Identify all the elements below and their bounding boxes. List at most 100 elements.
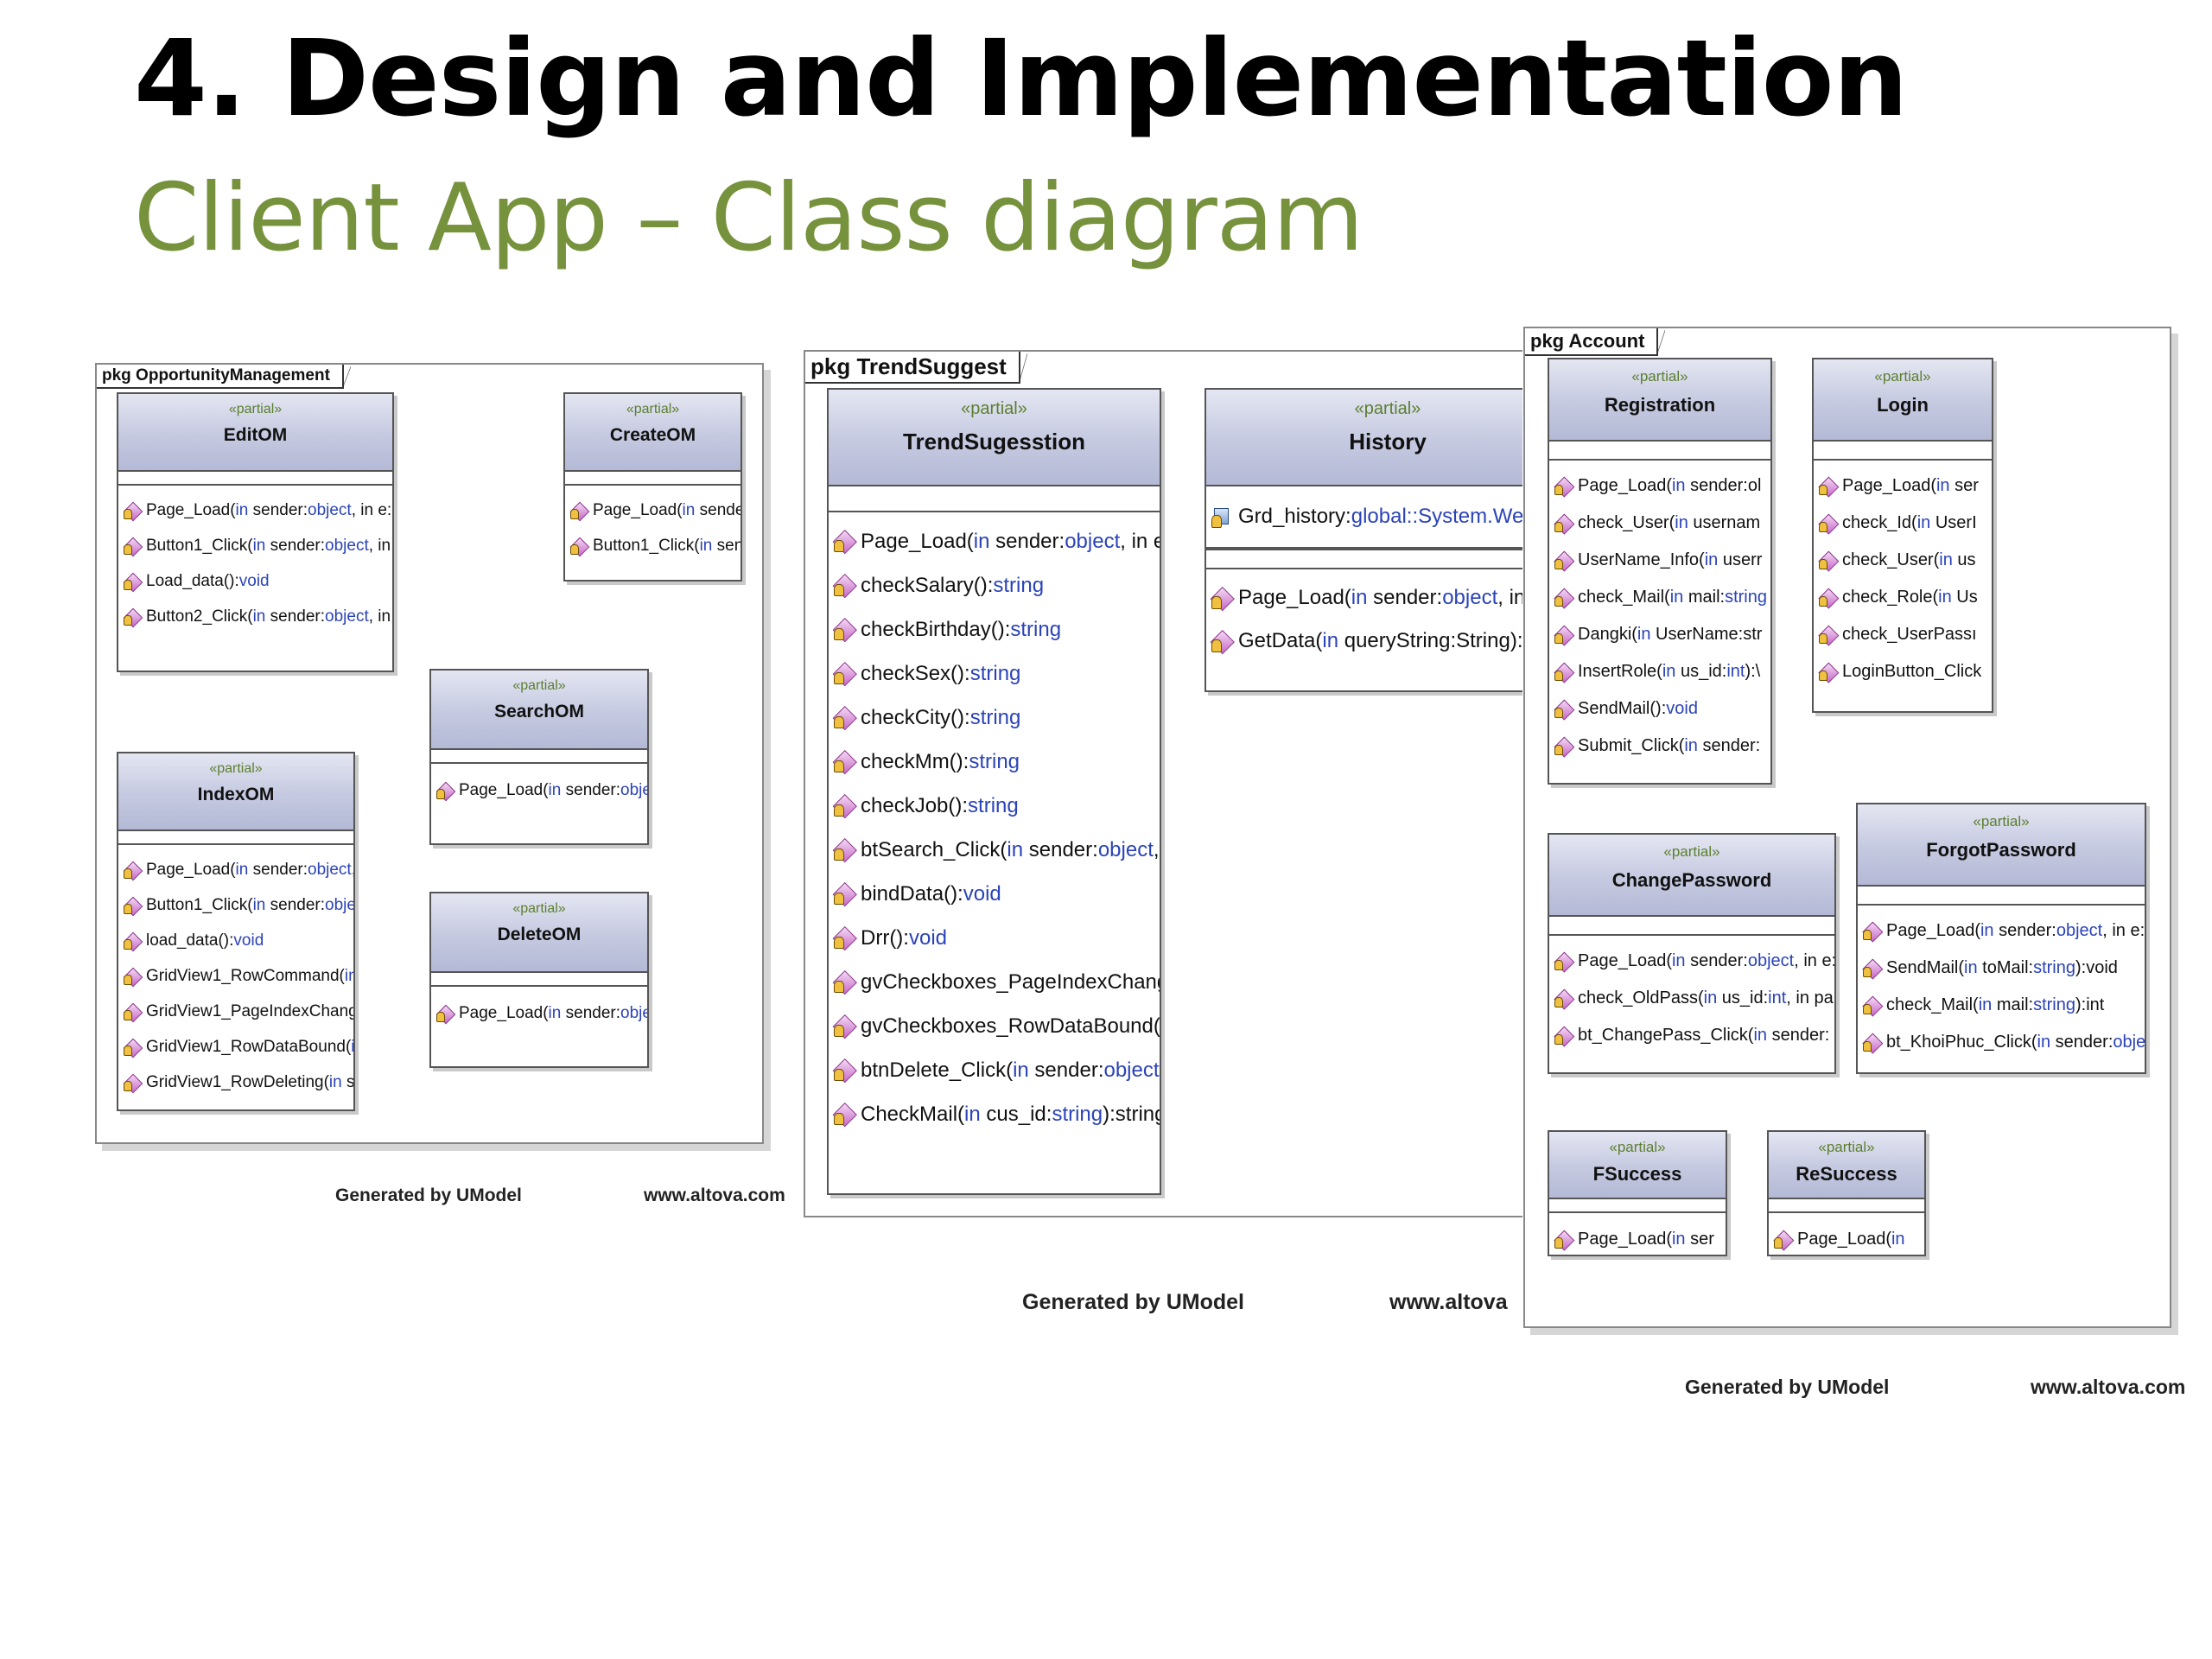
- stereotype-label: «partial»: [1818, 1139, 1875, 1155]
- operation-row[interactable]: Load_data():void: [118, 563, 392, 599]
- param-direction: in: [682, 500, 696, 519]
- class-header: «partial» ChangePassword: [1549, 835, 1834, 917]
- member-name: Button1_Click(: [146, 536, 253, 555]
- operation-row[interactable]: LoginButton_Click: [1814, 653, 1992, 690]
- package-opportunitymanagement[interactable]: pkg OpportunityManagement «partial» EditOM…: [95, 363, 764, 1144]
- member-signature: Drr():void: [861, 926, 947, 950]
- operation-row[interactable]: Submit_Click(in sender:: [1549, 728, 1770, 765]
- method-icon: [123, 861, 143, 880]
- operation-row[interactable]: GridView1_RowCommand(in: [118, 958, 353, 994]
- member-signature: check_Role(in Us: [1842, 588, 1978, 607]
- operation-row[interactable]: check_OldPass(in us_id:int, in pa: [1549, 980, 1834, 1017]
- class-header: «partial» FSuccess: [1549, 1132, 1726, 1199]
- package-account[interactable]: pkg Account «partial» Registration Page_Loa…: [1523, 327, 2171, 1328]
- member-signature: Load_data():void: [146, 572, 270, 591]
- member-signature: Page_Load(in sende: [593, 501, 741, 520]
- operation-row[interactable]: Page_Load(in sender:object, in e:: [1858, 912, 2145, 950]
- operation-row[interactable]: Drr():void: [829, 916, 1160, 960]
- operation-row[interactable]: Page_Load(in sender:object, in e:Ev: [829, 519, 1160, 563]
- class-createom[interactable]: «partial» CreateOM Page_Load(in sende Butto…: [563, 392, 742, 582]
- operation-row[interactable]: checkSalary():string: [829, 563, 1160, 607]
- operation-row[interactable]: load_data():void: [118, 923, 353, 958]
- type-name: string: [993, 573, 1045, 597]
- operation-row[interactable]: SendMail(in toMail:string):void: [1858, 950, 2145, 987]
- operation-row[interactable]: check_User(in usernam: [1549, 505, 1770, 542]
- method-icon: [832, 925, 857, 950]
- operation-row[interactable]: gvCheckboxes_RowDataBound(in s: [829, 1004, 1160, 1048]
- operation-row[interactable]: Page_Load(in sender:object, in e:: [1549, 943, 1834, 980]
- attribute-row[interactable]: Grd_history:global::System.Web.: [1206, 495, 1522, 538]
- operation-row[interactable]: Button1_Click(in sender:object, in e:: [118, 528, 392, 563]
- operation-row[interactable]: GetData(in queryString:String):Da: [1206, 620, 1522, 663]
- operation-row[interactable]: GridView1_RowDeleting(in se: [118, 1065, 353, 1100]
- class-indexom[interactable]: «partial» IndexOM Page_Load(in sender:obje…: [117, 752, 355, 1111]
- method-icon: [832, 617, 857, 642]
- member-signature: bindData():void: [861, 882, 1001, 906]
- class-changepassword[interactable]: «partial» ChangePassword Page_Load(in send…: [1548, 833, 1836, 1074]
- param-name: sender:ol: [1685, 476, 1762, 495]
- class-forgotpassword[interactable]: «partial» ForgotPassword Page_Load(in send…: [1856, 803, 2146, 1074]
- operation-row[interactable]: checkMm():string: [829, 740, 1160, 784]
- operation-row[interactable]: check_Mail(in mail:string: [1549, 579, 1770, 616]
- operation-row[interactable]: Page_Load(in: [1769, 1220, 1924, 1255]
- operation-row[interactable]: check_Role(in Us: [1814, 579, 1992, 616]
- method-icon: [832, 749, 857, 774]
- operation-row[interactable]: checkJob():string: [829, 784, 1160, 828]
- member-signature: check_Id(in UserI: [1842, 513, 1977, 533]
- operation-row[interactable]: Page_Load(in sender:object, in e:Ev: [118, 493, 392, 528]
- operation-row[interactable]: checkBirthday():string: [829, 607, 1160, 652]
- operation-row[interactable]: Button1_Click(in sender:object: [118, 887, 353, 923]
- operation-row[interactable]: btnDelete_Click(in sender:object, in e: [829, 1048, 1160, 1092]
- class-history[interactable]: «partial» History Grd_history:global::Syst…: [1205, 388, 1522, 692]
- member-name: Page_Load(: [1842, 476, 1936, 495]
- member-name: checkSalary():: [861, 573, 994, 597]
- operation-row[interactable]: Page_Load(in sender:object, in e:: [1206, 576, 1522, 620]
- operation-row[interactable]: gvCheckboxes_PageIndexChanging: [829, 960, 1160, 1004]
- class-trendsugesstion[interactable]: «partial» TrendSugesstion Page_Load(in sen…: [827, 388, 1161, 1195]
- operation-row[interactable]: Page_Load(in sender:objec: [431, 994, 647, 1033]
- operation-row[interactable]: checkSex():string: [829, 652, 1160, 696]
- class-searchom[interactable]: «partial» SearchOM Page_Load(in sender:obj…: [429, 669, 649, 845]
- method-icon: [1818, 513, 1840, 535]
- operation-row[interactable]: InsertRole(in us_id:int):\: [1549, 653, 1770, 690]
- method-icon: [1554, 513, 1575, 535]
- type-name: global::System.Web.: [1351, 505, 1522, 528]
- operation-row[interactable]: CheckMail(in cus_id:string):string: [829, 1092, 1160, 1136]
- package-trendsuggest[interactable]: pkg TrendSuggest «partial» TrendSugesstion…: [804, 350, 1522, 1217]
- operation-row[interactable]: Page_Load(in sende: [565, 493, 741, 528]
- class-deleteom[interactable]: «partial» DeleteOM Page_Load(in sender:obj…: [429, 892, 649, 1068]
- member-signature: SendMail():void: [1578, 699, 1698, 719]
- operation-row[interactable]: Page_Load(in sender:ol: [1549, 467, 1770, 505]
- param-name: UserName:str: [1650, 625, 1763, 644]
- operation-row[interactable]: btSearch_Click(in sender:object, in e: [829, 828, 1160, 872]
- operation-row[interactable]: Page_Load(in ser: [1549, 1220, 1726, 1255]
- operation-row[interactable]: check_Mail(in mail:string):int: [1858, 987, 2145, 1024]
- operation-row[interactable]: SendMail():void: [1549, 690, 1770, 728]
- operation-row[interactable]: bindData():void: [829, 872, 1160, 916]
- operation-row[interactable]: bt_KhoiPhuc_Click(in sender:obje: [1858, 1024, 2145, 1061]
- class-resuccess[interactable]: «partial» ReSuccess Page_Load(in: [1767, 1130, 1926, 1256]
- class-login[interactable]: «partial» Login Page_Load(in ser check_Id(i…: [1812, 358, 1993, 713]
- operation-row[interactable]: GridView1_RowDataBound(ir: [118, 1029, 353, 1065]
- operation-row[interactable]: Button1_Click(in sen: [565, 528, 741, 563]
- class-registration[interactable]: «partial» Registration Page_Load(in sender…: [1548, 358, 1772, 785]
- operation-row[interactable]: Page_Load(in ser: [1814, 467, 1992, 505]
- operation-row[interactable]: bt_ChangePass_Click(in sender:: [1549, 1017, 1834, 1054]
- param-name: sender:: [1685, 951, 1748, 970]
- class-fsuccess[interactable]: «partial» FSuccess Page_Load(in ser: [1548, 1130, 1727, 1256]
- member-name: Page_Load(: [593, 500, 683, 519]
- operation-row[interactable]: check_User(in us: [1814, 542, 1992, 579]
- operation-row[interactable]: GridView1_PageIndexChangir: [118, 994, 353, 1029]
- operation-row[interactable]: Page_Load(in sender:objec: [431, 771, 647, 810]
- operation-row[interactable]: check_UserPassı: [1814, 616, 1992, 653]
- param-name: ser: [1949, 476, 1979, 495]
- operation-row[interactable]: UserName_Info(in userr: [1549, 542, 1770, 579]
- stereotype-label: «partial»: [1609, 1139, 1666, 1155]
- member-name: Page_Load(: [1797, 1229, 1891, 1249]
- operation-row[interactable]: Dangki(in UserName:str: [1549, 616, 1770, 653]
- class-editom[interactable]: «partial» EditOM Page_Load(in sender:objec…: [117, 392, 394, 672]
- operation-row[interactable]: Button2_Click(in sender:object, in e:: [118, 599, 392, 634]
- operation-row[interactable]: check_Id(in UserI: [1814, 505, 1992, 542]
- operation-row[interactable]: checkCity():string: [829, 696, 1160, 740]
- operation-row[interactable]: Page_Load(in sender:object, i: [118, 852, 353, 887]
